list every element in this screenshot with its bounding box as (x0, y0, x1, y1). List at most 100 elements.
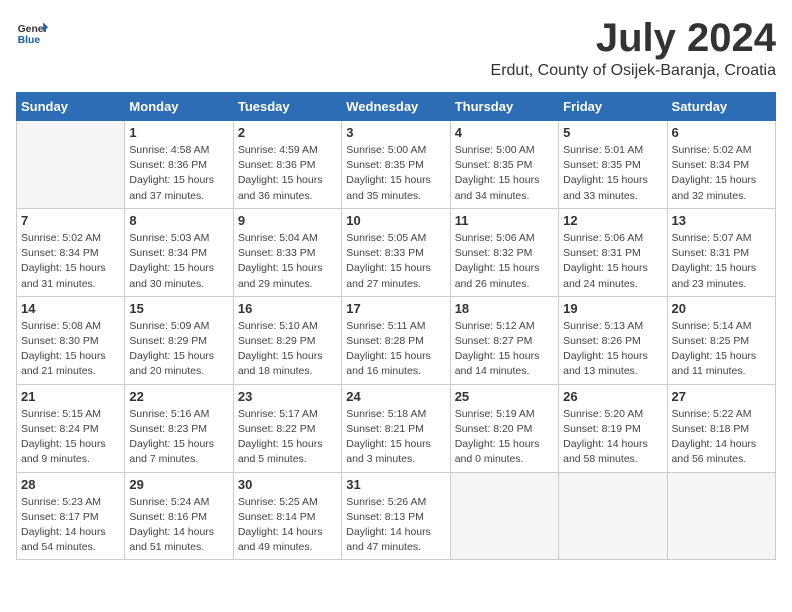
day-info: Sunrise: 5:24 AMSunset: 8:16 PMDaylight:… (129, 495, 228, 556)
day-cell: 5 Sunrise: 5:01 AMSunset: 8:35 PMDayligh… (559, 121, 667, 209)
day-number: 31 (346, 477, 445, 492)
week-row-3: 14 Sunrise: 5:08 AMSunset: 8:30 PMDaylig… (17, 296, 776, 384)
calendar-table: SundayMondayTuesdayWednesdayThursdayFrid… (16, 92, 776, 560)
col-header-sunday: Sunday (17, 93, 125, 121)
day-cell: 16 Sunrise: 5:10 AMSunset: 8:29 PMDaylig… (233, 296, 341, 384)
day-info: Sunrise: 5:15 AMSunset: 8:24 PMDaylight:… (21, 407, 120, 468)
day-cell: 4 Sunrise: 5:00 AMSunset: 8:35 PMDayligh… (450, 121, 558, 209)
day-info: Sunrise: 5:23 AMSunset: 8:17 PMDaylight:… (21, 495, 120, 556)
col-header-tuesday: Tuesday (233, 93, 341, 121)
day-number: 20 (672, 301, 771, 316)
day-info: Sunrise: 5:10 AMSunset: 8:29 PMDaylight:… (238, 319, 337, 380)
day-number: 17 (346, 301, 445, 316)
day-number: 21 (21, 389, 120, 404)
day-info: Sunrise: 5:14 AMSunset: 8:25 PMDaylight:… (672, 319, 771, 380)
day-cell: 8 Sunrise: 5:03 AMSunset: 8:34 PMDayligh… (125, 208, 233, 296)
title-block: July 2024 Erdut, County of Osijek-Baranj… (491, 16, 776, 80)
day-info: Sunrise: 5:09 AMSunset: 8:29 PMDaylight:… (129, 319, 228, 380)
day-cell (667, 472, 775, 560)
week-row-5: 28 Sunrise: 5:23 AMSunset: 8:17 PMDaylig… (17, 472, 776, 560)
day-info: Sunrise: 5:08 AMSunset: 8:30 PMDaylight:… (21, 319, 120, 380)
day-cell: 12 Sunrise: 5:06 AMSunset: 8:31 PMDaylig… (559, 208, 667, 296)
day-number: 3 (346, 125, 445, 140)
day-cell: 29 Sunrise: 5:24 AMSunset: 8:16 PMDaylig… (125, 472, 233, 560)
month-title: July 2024 (491, 16, 776, 60)
day-info: Sunrise: 5:25 AMSunset: 8:14 PMDaylight:… (238, 495, 337, 556)
day-cell (450, 472, 558, 560)
page-header: General Blue July 2024 Erdut, County of … (16, 16, 776, 80)
day-number: 24 (346, 389, 445, 404)
day-cell: 31 Sunrise: 5:26 AMSunset: 8:13 PMDaylig… (342, 472, 450, 560)
day-cell: 15 Sunrise: 5:09 AMSunset: 8:29 PMDaylig… (125, 296, 233, 384)
day-number: 1 (129, 125, 228, 140)
day-info: Sunrise: 5:26 AMSunset: 8:13 PMDaylight:… (346, 495, 445, 556)
logo: General Blue (16, 16, 48, 48)
day-cell (17, 121, 125, 209)
day-number: 25 (455, 389, 554, 404)
header-row: SundayMondayTuesdayWednesdayThursdayFrid… (17, 93, 776, 121)
col-header-thursday: Thursday (450, 93, 558, 121)
day-number: 29 (129, 477, 228, 492)
day-number: 15 (129, 301, 228, 316)
day-number: 27 (672, 389, 771, 404)
day-number: 8 (129, 213, 228, 228)
location: Erdut, County of Osijek-Baranja, Croatia (491, 62, 776, 80)
day-info: Sunrise: 5:13 AMSunset: 8:26 PMDaylight:… (563, 319, 662, 380)
day-cell: 3 Sunrise: 5:00 AMSunset: 8:35 PMDayligh… (342, 121, 450, 209)
day-info: Sunrise: 5:16 AMSunset: 8:23 PMDaylight:… (129, 407, 228, 468)
day-number: 14 (21, 301, 120, 316)
day-cell: 2 Sunrise: 4:59 AMSunset: 8:36 PMDayligh… (233, 121, 341, 209)
day-info: Sunrise: 5:17 AMSunset: 8:22 PMDaylight:… (238, 407, 337, 468)
week-row-2: 7 Sunrise: 5:02 AMSunset: 8:34 PMDayligh… (17, 208, 776, 296)
day-number: 13 (672, 213, 771, 228)
day-info: Sunrise: 5:00 AMSunset: 8:35 PMDaylight:… (455, 143, 554, 204)
day-info: Sunrise: 4:59 AMSunset: 8:36 PMDaylight:… (238, 143, 337, 204)
day-info: Sunrise: 5:04 AMSunset: 8:33 PMDaylight:… (238, 231, 337, 292)
col-header-friday: Friday (559, 93, 667, 121)
day-info: Sunrise: 5:22 AMSunset: 8:18 PMDaylight:… (672, 407, 771, 468)
day-cell: 23 Sunrise: 5:17 AMSunset: 8:22 PMDaylig… (233, 384, 341, 472)
day-cell: 18 Sunrise: 5:12 AMSunset: 8:27 PMDaylig… (450, 296, 558, 384)
day-info: Sunrise: 5:07 AMSunset: 8:31 PMDaylight:… (672, 231, 771, 292)
col-header-wednesday: Wednesday (342, 93, 450, 121)
day-info: Sunrise: 5:11 AMSunset: 8:28 PMDaylight:… (346, 319, 445, 380)
day-cell: 6 Sunrise: 5:02 AMSunset: 8:34 PMDayligh… (667, 121, 775, 209)
day-info: Sunrise: 5:20 AMSunset: 8:19 PMDaylight:… (563, 407, 662, 468)
day-info: Sunrise: 5:06 AMSunset: 8:32 PMDaylight:… (455, 231, 554, 292)
day-cell: 10 Sunrise: 5:05 AMSunset: 8:33 PMDaylig… (342, 208, 450, 296)
day-info: Sunrise: 5:02 AMSunset: 8:34 PMDaylight:… (21, 231, 120, 292)
day-info: Sunrise: 5:18 AMSunset: 8:21 PMDaylight:… (346, 407, 445, 468)
day-number: 10 (346, 213, 445, 228)
day-cell: 13 Sunrise: 5:07 AMSunset: 8:31 PMDaylig… (667, 208, 775, 296)
day-cell: 30 Sunrise: 5:25 AMSunset: 8:14 PMDaylig… (233, 472, 341, 560)
logo-icon: General Blue (16, 16, 48, 48)
day-number: 6 (672, 125, 771, 140)
day-number: 22 (129, 389, 228, 404)
day-cell: 17 Sunrise: 5:11 AMSunset: 8:28 PMDaylig… (342, 296, 450, 384)
day-number: 23 (238, 389, 337, 404)
day-info: Sunrise: 5:19 AMSunset: 8:20 PMDaylight:… (455, 407, 554, 468)
day-number: 12 (563, 213, 662, 228)
col-header-saturday: Saturday (667, 93, 775, 121)
day-info: Sunrise: 5:05 AMSunset: 8:33 PMDaylight:… (346, 231, 445, 292)
day-info: Sunrise: 5:12 AMSunset: 8:27 PMDaylight:… (455, 319, 554, 380)
day-number: 30 (238, 477, 337, 492)
day-cell: 25 Sunrise: 5:19 AMSunset: 8:20 PMDaylig… (450, 384, 558, 472)
day-info: Sunrise: 4:58 AMSunset: 8:36 PMDaylight:… (129, 143, 228, 204)
day-cell (559, 472, 667, 560)
day-cell: 9 Sunrise: 5:04 AMSunset: 8:33 PMDayligh… (233, 208, 341, 296)
day-cell: 27 Sunrise: 5:22 AMSunset: 8:18 PMDaylig… (667, 384, 775, 472)
day-info: Sunrise: 5:01 AMSunset: 8:35 PMDaylight:… (563, 143, 662, 204)
day-number: 4 (455, 125, 554, 140)
day-number: 11 (455, 213, 554, 228)
day-cell: 19 Sunrise: 5:13 AMSunset: 8:26 PMDaylig… (559, 296, 667, 384)
svg-text:Blue: Blue (18, 35, 41, 46)
week-row-1: 1 Sunrise: 4:58 AMSunset: 8:36 PMDayligh… (17, 121, 776, 209)
day-number: 16 (238, 301, 337, 316)
day-cell: 22 Sunrise: 5:16 AMSunset: 8:23 PMDaylig… (125, 384, 233, 472)
day-number: 28 (21, 477, 120, 492)
day-number: 26 (563, 389, 662, 404)
day-cell: 1 Sunrise: 4:58 AMSunset: 8:36 PMDayligh… (125, 121, 233, 209)
day-info: Sunrise: 5:06 AMSunset: 8:31 PMDaylight:… (563, 231, 662, 292)
day-number: 7 (21, 213, 120, 228)
